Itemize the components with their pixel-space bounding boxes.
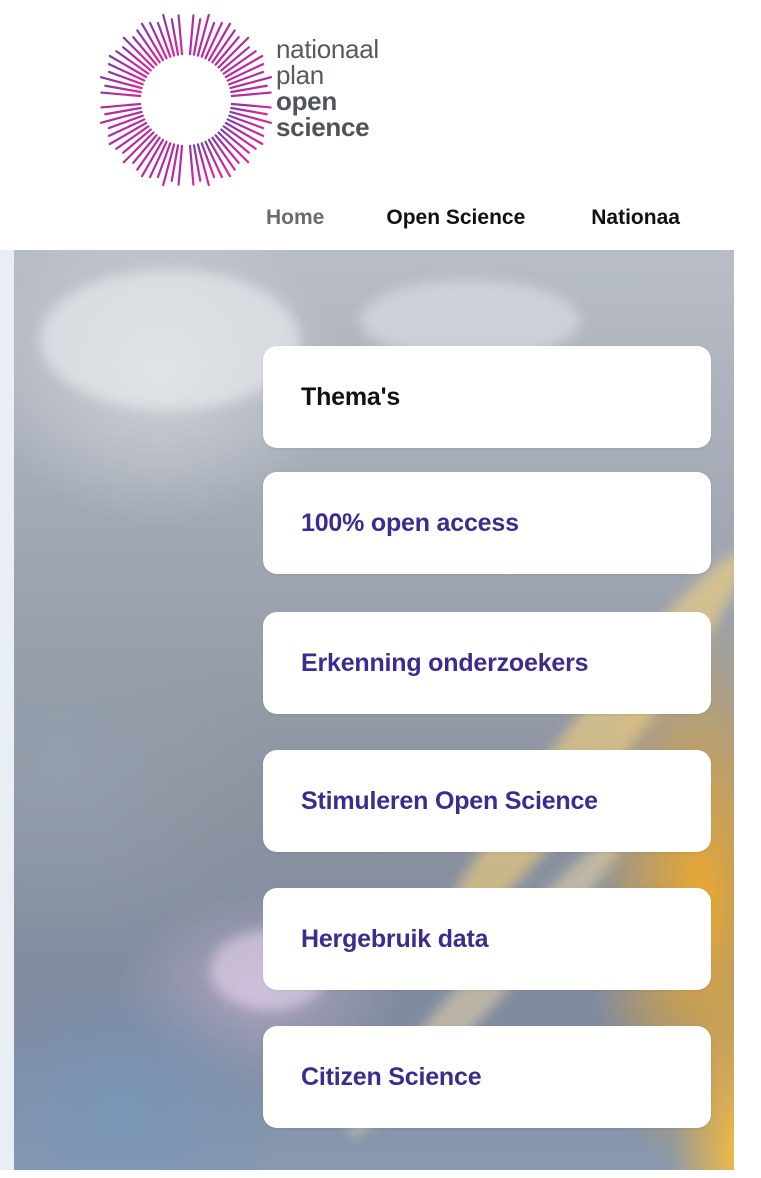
theme-link-label[interactable]: Hergebruik data — [301, 925, 489, 954]
theme-card-erkenning-onderzoekers[interactable]: Erkenning onderzoekers — [263, 612, 711, 714]
theme-link-label[interactable]: 100% open access — [301, 509, 519, 538]
nav-item-home[interactable]: Home — [266, 206, 324, 230]
theme-link-label[interactable]: Erkenning onderzoekers — [301, 649, 589, 678]
logo-ray — [100, 102, 142, 109]
page-bottom-edge — [0, 1170, 761, 1178]
themes-heading: Thema's — [301, 382, 401, 411]
left-edge-panel — [0, 250, 14, 1170]
logo-ray — [100, 91, 142, 98]
logo-ray — [230, 91, 272, 98]
logo-word-science: science — [276, 112, 370, 142]
logo-ray — [188, 14, 195, 56]
nav-item-nationaal[interactable]: Nationaa — [591, 206, 680, 230]
logo-ray — [177, 144, 184, 186]
theme-card-stimuleren-open-science[interactable]: Stimuleren Open Science — [263, 750, 711, 852]
logo-word-nationaal: nationaal — [276, 34, 379, 64]
logo-wordmark: nationaal plan open science — [276, 36, 379, 140]
logo-word-plan: plan — [276, 60, 324, 90]
nav-item-open-science[interactable]: Open Science — [386, 206, 525, 230]
main-navigation: Home Open Science Nationaa — [266, 200, 680, 236]
theme-card-open-access[interactable]: 100% open access — [263, 472, 711, 574]
site-logo[interactable]: nationaal plan open science — [96, 10, 406, 190]
logo-ray — [177, 14, 184, 56]
logo-word-open: open — [276, 86, 337, 116]
site-header: nationaal plan open science Home Open Sc… — [0, 0, 761, 250]
logo-ray — [230, 102, 272, 109]
logo-ray — [188, 144, 195, 186]
theme-card-citizen-science[interactable]: Citizen Science — [263, 1026, 711, 1128]
hero-light-streak — [40, 270, 300, 410]
logo-mark-icon — [96, 10, 276, 190]
themes-heading-card: Thema's — [263, 346, 711, 448]
theme-card-hergebruik-data[interactable]: Hergebruik data — [263, 888, 711, 990]
theme-link-label[interactable]: Stimuleren Open Science — [301, 787, 598, 816]
theme-link-label[interactable]: Citizen Science — [301, 1063, 482, 1092]
